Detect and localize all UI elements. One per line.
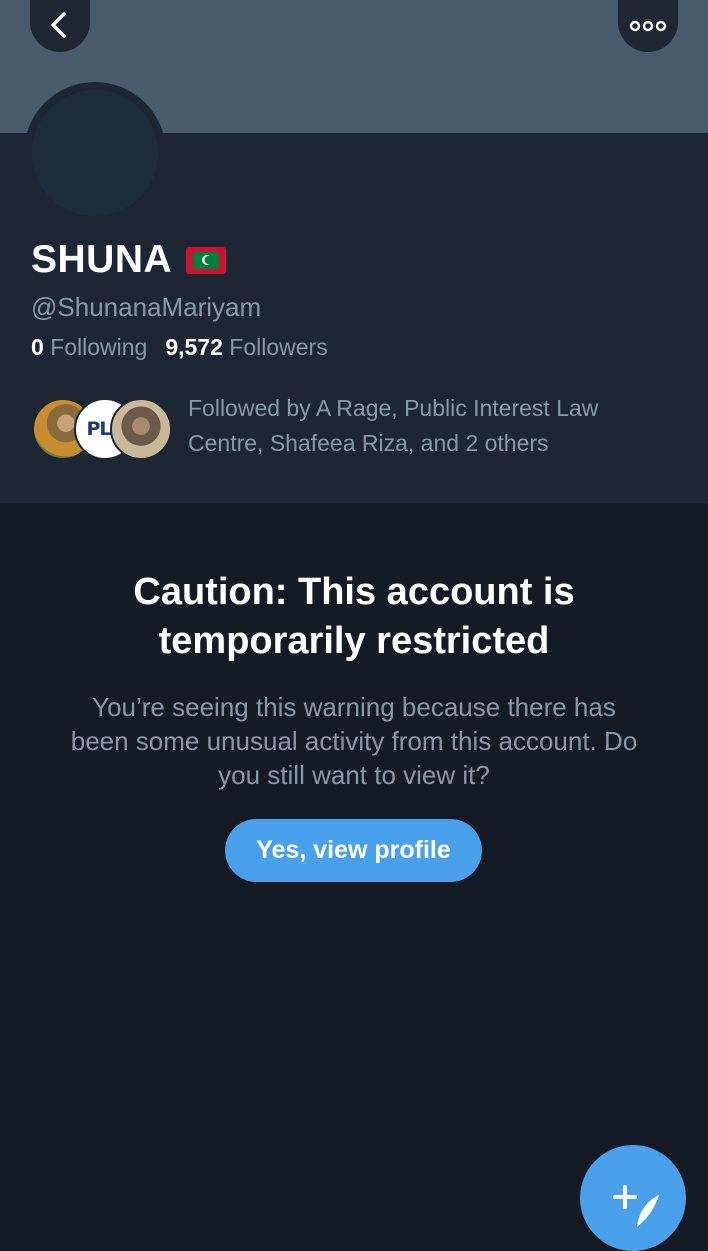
name-row: SHUNA [31,238,227,282]
avatar-ring [24,82,166,224]
followers-link[interactable]: 9,572 Followers [165,334,327,360]
more-dots-icon [629,20,667,32]
warning-description: You’re seeing this warning because there… [70,692,638,790]
following-link[interactable]: 0 Following [31,334,147,360]
follower-avatar-3 [110,398,172,460]
following-count: 0 [31,334,44,360]
followed-by-avatars[interactable]: PLC [32,398,172,460]
user-handle: @ShunanaMariyam [31,292,262,322]
compose-tweet-button[interactable] [580,1145,686,1251]
compose-tweet-icon [613,1185,659,1227]
display-name: SHUNA [31,238,173,281]
warning-title: Caution: This account is temporarily res… [133,571,575,662]
avatar[interactable] [32,90,158,216]
view-profile-button[interactable]: Yes, view profile [225,819,482,882]
followed-by-text[interactable]: Followed by A Rage, Public Interest Law … [188,391,668,461]
followers-label: Followers [229,334,328,360]
followers-count: 9,572 [165,334,223,360]
chevron-left-icon [51,12,66,38]
follow-counts: 0 Following 9,572 Followers [31,334,328,361]
following-label: Following [50,334,148,360]
maldives-flag-icon [186,246,227,274]
